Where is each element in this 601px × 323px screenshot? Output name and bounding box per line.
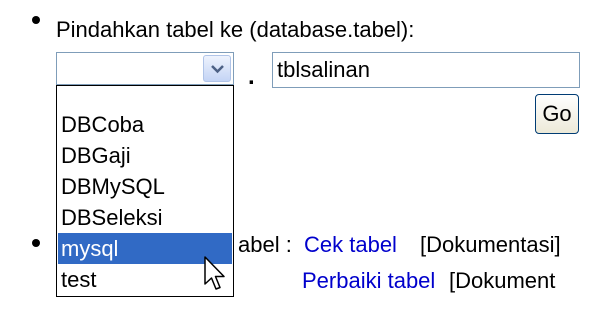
separator-dot: . xyxy=(248,63,255,90)
go-button[interactable]: Go xyxy=(535,94,579,134)
mouse-pointer-icon xyxy=(204,256,225,290)
bullet-maintenance xyxy=(32,239,40,247)
dropdown-option-dbgaji[interactable]: DBGaji xyxy=(58,140,232,171)
repair-table-link[interactable]: Perbaiki tabel xyxy=(302,268,435,294)
check-documentation-link[interactable]: [Dokumentasi] xyxy=(420,232,561,258)
maintenance-label: abel : xyxy=(238,232,292,257)
bullet-move-table xyxy=(32,16,40,24)
repair-documentation-link[interactable]: [Dokument xyxy=(449,268,555,294)
dropdown-option-dbmysql[interactable]: DBMySQL xyxy=(58,171,232,202)
table-name-input[interactable] xyxy=(272,52,580,88)
move-table-label: Pindahkan tabel ke (database.tabel): xyxy=(56,17,415,42)
dropdown-option-dbseleksi[interactable]: DBSeleksi xyxy=(58,202,232,233)
dropdown-option-dbcoba[interactable]: DBCoba xyxy=(58,109,232,140)
chevron-down-icon xyxy=(211,65,224,74)
dropdown-option-empty[interactable] xyxy=(58,78,232,109)
check-table-link[interactable]: Cek tabel xyxy=(304,232,397,258)
page: Pindahkan tabel ke (database.tabel): . G… xyxy=(0,0,601,323)
